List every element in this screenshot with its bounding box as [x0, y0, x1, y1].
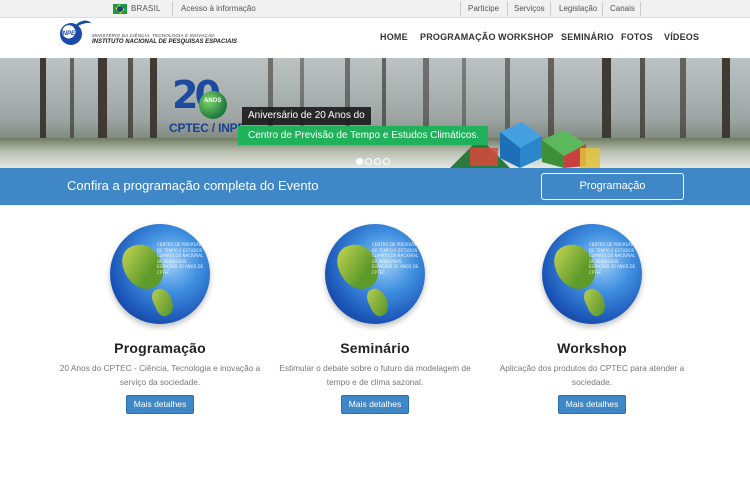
card-title: Programação: [114, 340, 206, 356]
brazil-flag-icon[interactable]: [113, 4, 127, 14]
gov-link-legislacao[interactable]: Legislação: [559, 4, 597, 13]
globe-image: CENTRO DE PREVISÃO DE TEMPO E ESTUDOS CL…: [110, 224, 210, 324]
nav-videos[interactable]: VÍDEOS: [664, 32, 699, 42]
card-description: 20 Anos do CPTEC - Ciência, Tecnologia e…: [59, 363, 261, 387]
globe-overlay-text: CENTRO DE PREVISÃO DE TEMPO E ESTUDOS CL…: [372, 242, 419, 275]
nav-fotos[interactable]: FOTOS: [621, 32, 653, 42]
hero-slider[interactable]: 20 ANOS CPTEC / INPE: [0, 58, 750, 168]
details-button[interactable]: Mais detalhes: [125, 395, 195, 414]
details-button[interactable]: Mais detalhes: [340, 395, 410, 414]
logo-ministry-text: MINISTÉRIO DA CIÊNCIA, TECNOLOGIA E INOV…: [92, 33, 215, 38]
card-description: Estimular o debate sobre o futuro da mod…: [279, 363, 471, 387]
nav-workshop[interactable]: WORKSHOP: [498, 32, 554, 42]
gov-brasil-link[interactable]: BRASIL: [131, 4, 161, 13]
hero-caption-line1: Aniversário de 20 Anos do: [242, 107, 371, 125]
logo-institute-text: INSTITUTO NACIONAL DE PESQUISAS ESPACIAI…: [92, 39, 238, 45]
card-workshop: CENTRO DE PREVISÃO DE TEMPO E ESTUDOS CL…: [487, 224, 697, 414]
globe-overlay-text: CENTRO DE PREVISÃO DE TEMPO E ESTUDOS CL…: [157, 242, 204, 275]
emblem-org-label: CPTEC / INPE: [169, 121, 246, 135]
slider-dot-4[interactable]: [383, 158, 390, 165]
card-programacao: CENTRO DE PREVISÃO DE TEMPO E ESTUDOS CL…: [55, 224, 265, 414]
slider-dot-3[interactable]: [374, 158, 381, 165]
gov-link-canais[interactable]: Canais: [610, 4, 635, 13]
cta-text: Confira a programação completa do Evento: [67, 178, 319, 193]
logo-swoosh-icon: [72, 18, 94, 36]
gov-link-participe[interactable]: Participe: [468, 4, 499, 13]
slider-dot-1[interactable]: [356, 158, 363, 165]
card-seminario: CENTRO DE PREVISÃO DE TEMPO E ESTUDOS CL…: [270, 224, 480, 414]
nav-seminario[interactable]: SEMINÁRIO: [561, 32, 614, 42]
divider: [550, 2, 551, 16]
details-button[interactable]: Mais detalhes: [557, 395, 627, 414]
emblem-globe-icon: [199, 91, 227, 119]
divider: [507, 2, 508, 16]
access-info-link[interactable]: Acesso à informação: [181, 4, 256, 13]
card-description: Aplicação dos produtos do CPTEC para ate…: [499, 363, 685, 387]
hero-caption-line2: Centro de Previsão de Tempo e Estudos Cl…: [238, 126, 488, 145]
site-header: INPE MINISTÉRIO DA CIÊNCIA, TECNOLOGIA E…: [0, 18, 750, 58]
globe-image: CENTRO DE PREVISÃO DE TEMPO E ESTUDOS CL…: [542, 224, 642, 324]
gov-link-servicos[interactable]: Serviços: [514, 4, 545, 13]
globe-image: CENTRO DE PREVISÃO DE TEMPO E ESTUDOS CL…: [325, 224, 425, 324]
divider: [602, 2, 603, 16]
divider: [640, 2, 641, 16]
divider: [460, 2, 461, 16]
emblem-anos-label: ANOS: [204, 98, 222, 104]
card-title: Seminário: [340, 340, 410, 356]
divider: [172, 2, 173, 16]
slider-dot-2[interactable]: [365, 158, 372, 165]
programacao-button[interactable]: Programação: [541, 173, 684, 200]
globe-overlay-text: CENTRO DE PREVISÃO DE TEMPO E ESTUDOS CL…: [589, 242, 636, 275]
logo-mark: INPE: [61, 31, 76, 37]
card-title: Workshop: [557, 340, 627, 356]
slider-dots: [356, 152, 392, 168]
gov-bar: BRASIL Acesso à informação Participe Ser…: [0, 0, 750, 18]
nav-programacao[interactable]: PROGRAMAÇÃO: [420, 32, 496, 42]
cta-band: Confira a programação completa do Evento…: [0, 168, 750, 205]
nav-home[interactable]: HOME: [380, 32, 408, 42]
